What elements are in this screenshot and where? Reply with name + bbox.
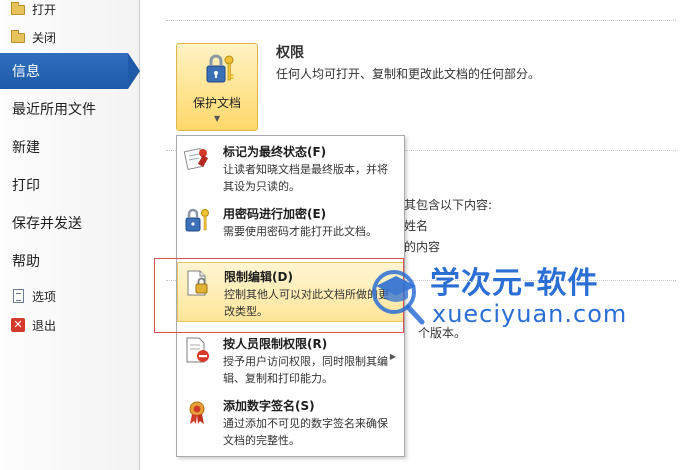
dropdown-caret-icon: ▼ xyxy=(214,114,221,123)
folder-close-icon xyxy=(10,29,26,45)
menu-item-mark-final[interactable]: 标记为最终状态(F) 让读者知晓文档是最终版本，并将其设为只读的。 xyxy=(177,138,404,198)
mark-final-icon xyxy=(183,147,209,171)
nav-help[interactable]: 帮助 xyxy=(0,243,140,279)
folder-open-icon xyxy=(10,1,26,17)
mark-final-title: 标记为最终状态(F) xyxy=(223,145,327,159)
restrict-by-people-title: 按人员限制权限(R) xyxy=(223,337,328,351)
mark-final-desc: 让读者知晓文档是最终版本，并将其设为只读的。 xyxy=(223,163,388,193)
options-command[interactable]: 选项 xyxy=(10,286,56,306)
nav-new-label: 新建 xyxy=(12,140,40,156)
protect-document-button[interactable]: 保护文档 ▼ xyxy=(176,43,258,131)
digital-signature-title: 添加数字签名(S) xyxy=(223,399,315,413)
content-fragment: 的内容 xyxy=(404,240,441,254)
prepare-share-text: 意其包含以下内容: xyxy=(392,198,493,212)
author-name-fragment: 姓名 xyxy=(404,219,429,233)
menu-item-restrict-by-people[interactable]: 按人员限制权限(R) 授予用户访问权限，同时限制其编辑、复制和打印能力。 ▶ xyxy=(177,330,404,390)
watermark-title: 学次元-软件 xyxy=(430,266,599,301)
exit-label: 退出 xyxy=(32,318,57,333)
nav-recent[interactable]: 最近所用文件 xyxy=(0,91,140,127)
options-doc-icon xyxy=(10,288,26,304)
close-command[interactable]: 关闭 xyxy=(10,27,56,47)
nav-new[interactable]: 新建 xyxy=(0,129,140,165)
section-divider xyxy=(166,20,676,21)
exit-icon: ✕ xyxy=(10,317,26,333)
restrict-by-people-desc: 授予用户访问权限，同时限制其编辑、复制和打印能力。 xyxy=(223,355,388,385)
lock-keys-icon xyxy=(206,54,234,83)
open-label: 打开 xyxy=(32,2,57,17)
permissions-heading: 权限 xyxy=(276,45,304,61)
encrypt-keys-icon xyxy=(185,208,209,232)
nav-save-send[interactable]: 保存并发送 xyxy=(0,205,140,241)
encrypt-desc: 需要使用密码才能打开此文档。 xyxy=(223,225,377,238)
nav-save-send-label: 保存并发送 xyxy=(12,216,82,232)
graduation-cap-logo-icon xyxy=(372,270,425,325)
nav-recent-label: 最近所用文件 xyxy=(12,102,96,118)
nav-print[interactable]: 打印 xyxy=(0,167,140,203)
nav-info[interactable]: 信息 xyxy=(0,53,140,89)
close-label: 关闭 xyxy=(32,30,57,45)
nav-info-label: 信息 xyxy=(12,64,40,80)
menu-item-encrypt[interactable]: 用密码进行加密(E) 需要使用密码才能打开此文档。 xyxy=(177,200,404,260)
options-label: 选项 xyxy=(32,289,57,304)
watermark-url: xueciyuan.com xyxy=(432,300,628,328)
digital-signature-icon xyxy=(189,401,205,424)
submenu-arrow-icon: ▶ xyxy=(389,352,396,361)
digital-signature-desc: 通过添加不可见的数字签名来确保文档的完整性。 xyxy=(223,417,388,447)
backstage-sidebar: 打开 关闭 信息 最近所用文件 新建 打印 保存并发送 帮助 选项 ✕ 退出 xyxy=(0,0,140,470)
nav-print-label: 打印 xyxy=(12,178,40,194)
nav-help-label: 帮助 xyxy=(12,254,40,270)
protect-document-label: 保护文档 xyxy=(192,96,241,110)
open-command[interactable]: 打开 xyxy=(10,0,56,19)
encrypt-title: 用密码进行加密(E) xyxy=(223,207,327,221)
permissions-description: 任何人均可打开、复制和更改此文档的任何部分。 xyxy=(276,67,541,81)
exit-command[interactable]: ✕ 退出 xyxy=(10,315,56,335)
restrict-by-people-icon xyxy=(186,337,209,363)
menu-item-digital-signature[interactable]: 添加数字签名(S) 通过添加不可见的数字签名来确保文档的完整性。 xyxy=(177,392,404,452)
